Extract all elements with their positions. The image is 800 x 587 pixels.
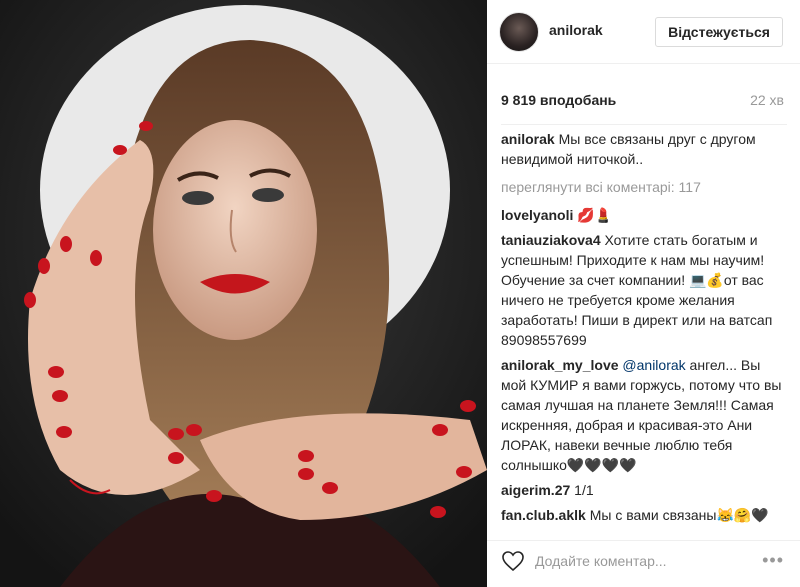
more-options-icon[interactable]: ••• [762,551,784,569]
post-time[interactable]: 22 хв [750,92,784,108]
comment-item: fan.club.aklk Мы с вами связаны😹🤗🖤 [501,505,787,525]
add-comment-input[interactable] [535,547,755,575]
post-header: anilorak Відстежується [487,0,800,64]
comment-username[interactable]: lovelyanoli [501,207,573,223]
comments-list[interactable]: anilorak Мы все связаны друг с другом не… [501,124,787,530]
post-username[interactable]: anilorak [549,22,603,38]
add-comment-bar: ••• [487,540,800,587]
view-all-comments-link[interactable]: переглянути всі коментарі: 117 [501,177,787,197]
caption-username[interactable]: anilorak [501,131,555,147]
comment-item: aigerim.27 1/1 [501,480,787,500]
post-side-panel: anilorak Відстежується 9 819 вподобань 2… [487,0,800,587]
likes-count[interactable]: 9 819 вподобань [501,92,616,108]
comment-item: anilorak_my_love @anilorak ангел... Вы м… [501,355,787,475]
comment-text: ангел... Вы мой КУМИР я вами горжусь, по… [501,357,782,473]
left-eye [182,191,214,205]
post-photo[interactable] [0,0,487,587]
comment-username[interactable]: aigerim.27 [501,482,570,498]
face-shape [153,120,317,340]
comment-item: taniauziakova4 Хотите стать богатым и ус… [501,230,787,350]
comment-username[interactable]: fan.club.aklk [501,507,586,523]
heart-outline-icon[interactable] [501,549,525,573]
comment-mention[interactable]: @anilorak [622,357,685,373]
comment-username[interactable]: anilorak_my_love [501,357,619,373]
comment-username[interactable]: taniauziakova4 [501,232,601,248]
caption: anilorak Мы все связаны друг с другом не… [501,129,787,169]
comment-text: 1/1 [574,482,594,498]
comment-text: Мы с вами связаны😹🤗🖤 [589,507,769,523]
post-stats: 9 819 вподобань 22 хв [487,64,800,124]
comment-text: 💋💄 [577,207,613,223]
following-button[interactable]: Відстежується [655,17,783,47]
comment-text: Хотите стать богатым и успешным! Приходи… [501,232,773,348]
right-eye [252,188,284,202]
comment-item: lovelyanoli 💋💄 [501,205,787,225]
photo-illustration [0,0,487,587]
avatar[interactable] [499,12,539,52]
